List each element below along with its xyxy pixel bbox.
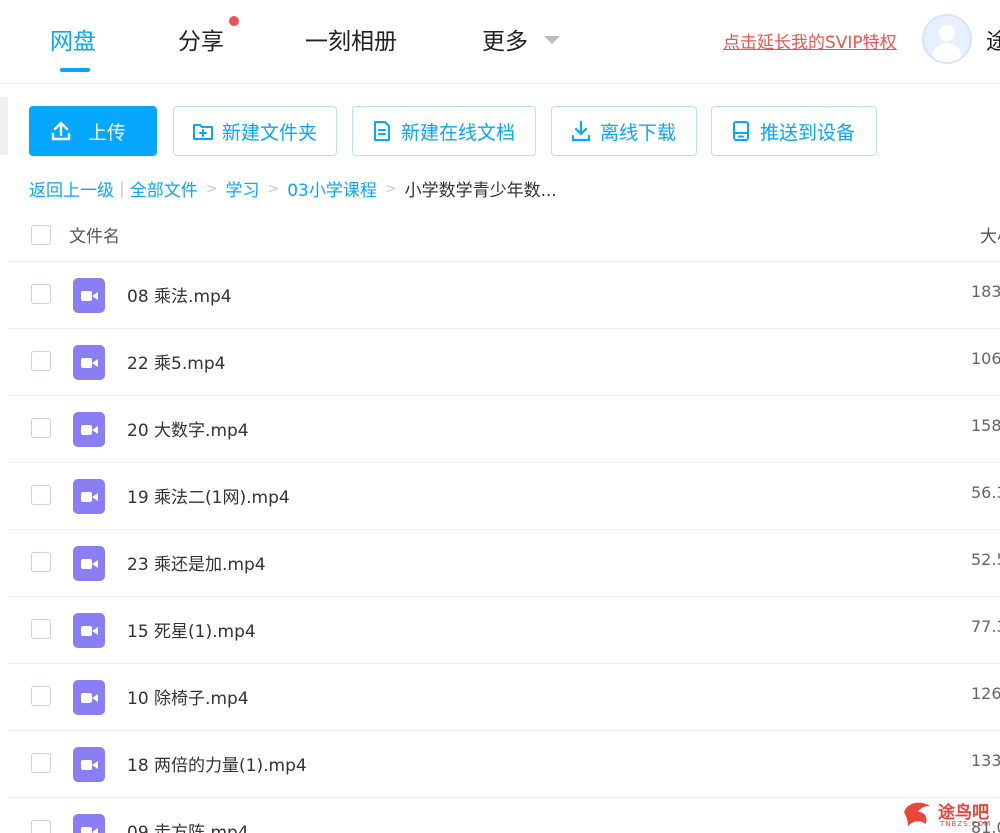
document-icon <box>374 121 390 141</box>
file-size: 56.3 <box>971 483 1000 502</box>
new-online-doc-button[interactable]: 新建在线文档 <box>352 106 536 156</box>
bird-logo-icon <box>904 802 930 826</box>
upload-icon <box>51 121 71 141</box>
file-name[interactable]: 18 两倍的力量(1).mp4 <box>127 751 307 776</box>
column-header-name[interactable]: 文件名 <box>69 222 120 247</box>
chevron-down-icon[interactable] <box>544 36 560 44</box>
video-file-icon <box>73 278 105 313</box>
nav-active-indicator <box>60 68 90 72</box>
breadcrumb-study[interactable]: 学习 <box>225 176 259 201</box>
file-size: 133 <box>971 751 1000 770</box>
file-size: 126 <box>971 684 1000 703</box>
breadcrumb-separator: > <box>205 180 218 197</box>
watermark-subtext: TNBZS.COM <box>940 820 992 828</box>
avatar[interactable] <box>922 14 972 64</box>
row-checkbox[interactable] <box>31 351 51 371</box>
file-size: 106 <box>971 349 1000 368</box>
file-name[interactable]: 09 走方阵.mp4 <box>127 818 249 833</box>
file-row[interactable]: 20 大数字.mp4 158 <box>8 396 1000 463</box>
row-checkbox[interactable] <box>31 284 51 304</box>
file-row[interactable]: 22 乘5.mp4 106 <box>8 329 1000 396</box>
file-name[interactable]: 19 乘法二(1网).mp4 <box>127 483 290 508</box>
breadcrumb-separator: > <box>267 180 280 197</box>
file-name[interactable]: 08 乘法.mp4 <box>127 282 232 307</box>
file-name[interactable]: 23 乘还是加.mp4 <box>127 550 266 575</box>
file-row[interactable]: 08 乘法.mp4 183 <box>8 262 1000 329</box>
top-nav: 网盘 分享 一刻相册 更多 点击延长我的SVIP特权 途 <box>0 0 1000 84</box>
upload-label: 上传 <box>88 121 127 144</box>
file-row[interactable]: 18 两倍的力量(1).mp4 133 <box>8 731 1000 798</box>
breadcrumb: 返回上一级 | 全部文件 > 学习 > 03小学课程 > 小学数学青少年数... <box>29 176 557 202</box>
push-to-device-button[interactable]: 推送到设备 <box>711 106 877 156</box>
row-checkbox[interactable] <box>31 686 51 706</box>
row-checkbox[interactable] <box>31 619 51 639</box>
nav-tab-share[interactable]: 分享 <box>178 22 224 56</box>
breadcrumb-separator: > <box>384 180 397 197</box>
upload-button[interactable]: 上传 <box>29 106 157 156</box>
column-header-size[interactable]: 大小 <box>980 222 1000 247</box>
file-size: 52.5 <box>971 550 1000 569</box>
row-checkbox[interactable] <box>31 418 51 438</box>
push-to-device-label: 推送到设备 <box>760 121 856 144</box>
file-name[interactable]: 20 大数字.mp4 <box>127 416 249 441</box>
file-row[interactable]: 15 死星(1).mp4 77.3 <box>8 597 1000 664</box>
file-row[interactable]: 23 乘还是加.mp4 52.5 <box>8 530 1000 597</box>
watermark: 途鸟吧 TNBZS.COM <box>896 796 996 832</box>
file-size: 158 <box>971 416 1000 435</box>
video-file-icon <box>73 680 105 715</box>
file-size: 77.3 <box>971 617 1000 636</box>
download-icon <box>571 120 591 142</box>
file-name[interactable]: 22 乘5.mp4 <box>127 349 225 374</box>
nav-tab-album[interactable]: 一刻相册 <box>305 22 397 56</box>
breadcrumb-primary-courses[interactable]: 03小学课程 <box>287 176 377 201</box>
file-row[interactable]: 09 走方阵.mp481.0 <box>8 798 1000 833</box>
new-folder-label: 新建文件夹 <box>222 121 318 144</box>
device-icon <box>733 121 749 141</box>
new-online-doc-label: 新建在线文档 <box>401 121 516 144</box>
file-row[interactable]: 19 乘法二(1网).mp4 56.3 <box>8 463 1000 530</box>
video-file-icon <box>73 345 105 380</box>
file-size: 183 <box>971 282 1000 301</box>
new-folder-icon <box>193 124 213 140</box>
new-folder-button[interactable]: 新建文件夹 <box>173 106 337 156</box>
svip-promo-link[interactable]: 点击延长我的SVIP特权 <box>723 28 897 53</box>
breadcrumb-all-files[interactable]: 全部文件 <box>130 176 198 201</box>
nav-tab-more[interactable]: 更多 <box>482 22 528 56</box>
row-checkbox[interactable] <box>31 552 51 572</box>
offline-download-label: 离线下载 <box>600 121 677 144</box>
file-name[interactable]: 10 除椅子.mp4 <box>127 684 249 709</box>
sidebar-edge <box>0 97 8 155</box>
file-name[interactable]: 15 死星(1).mp4 <box>127 617 256 642</box>
select-all-checkbox[interactable] <box>31 225 51 245</box>
video-file-icon <box>73 814 105 833</box>
breadcrumb-back-link[interactable]: 返回上一级 <box>29 176 114 201</box>
video-file-icon <box>73 613 105 648</box>
row-checkbox[interactable] <box>31 753 51 773</box>
file-row[interactable]: 10 除椅子.mp4 126 <box>8 664 1000 731</box>
video-file-icon <box>73 546 105 581</box>
video-file-icon <box>73 479 105 514</box>
nav-tab-netdisk[interactable]: 网盘 <box>50 22 96 56</box>
row-checkbox[interactable] <box>31 485 51 505</box>
offline-download-button[interactable]: 离线下载 <box>551 106 697 156</box>
notification-dot <box>229 16 239 26</box>
video-file-icon <box>73 747 105 782</box>
breadcrumb-divider: | <box>119 178 125 199</box>
user-name[interactable]: 途 <box>986 24 1000 56</box>
row-checkbox[interactable] <box>31 820 51 833</box>
file-list-header: 文件名 大小 <box>8 208 1000 262</box>
breadcrumb-current: 小学数学青少年数... <box>404 181 557 201</box>
video-file-icon <box>73 412 105 447</box>
